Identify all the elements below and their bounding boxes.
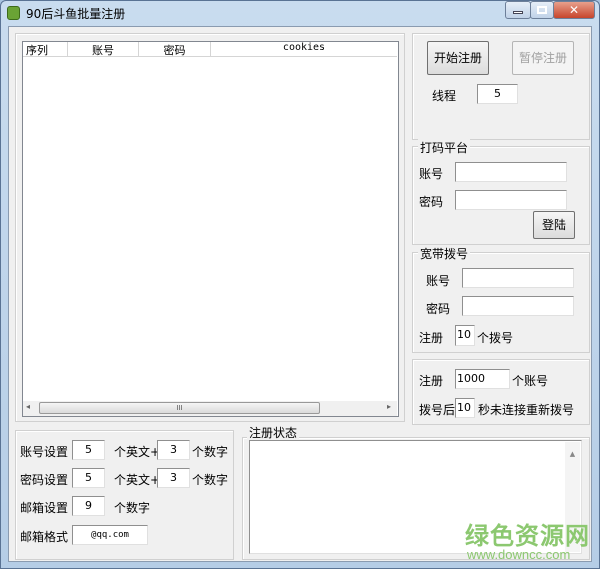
register-count-label: 注册 — [419, 374, 444, 388]
dial-account-input[interactable] — [462, 268, 574, 288]
account-letters-input[interactable]: 5 — [72, 440, 105, 460]
column-header-account[interactable]: 账号 — [68, 42, 139, 57]
redial-suffix: 秒未连接重新拨号 — [478, 403, 575, 417]
redial-seconds-input[interactable]: 10 — [455, 398, 475, 418]
account-digits-input[interactable]: 3 — [157, 440, 190, 460]
account-settings-label: 账号设置 — [20, 445, 69, 459]
dial-count-input[interactable]: 10 — [455, 325, 475, 346]
email-format-input[interactable]: @qq.com — [72, 525, 148, 545]
email-digits-suffix: 个数字 — [114, 501, 151, 515]
account-digits-suffix: 个数字 — [192, 445, 229, 459]
dial-password-input[interactable] — [462, 296, 574, 316]
watermark-url: www.downcc.com — [467, 547, 571, 562]
scroll-right-arrow[interactable]: ▸ — [387, 402, 391, 411]
redial-label: 拨号后 — [419, 403, 456, 417]
column-header-cookies[interactable]: cookies — [211, 42, 397, 56]
account-letters-suffix: 个英文+ — [114, 445, 161, 459]
dial-register-label: 注册 — [419, 331, 444, 345]
scroll-thumb[interactable]: III — [39, 402, 320, 414]
window-title: 90后斗鱼批量注册 — [26, 7, 126, 21]
captcha-account-label: 账号 — [419, 167, 444, 181]
dial-legend: 宽带拨号 — [418, 245, 471, 262]
password-settings-label: 密码设置 — [20, 473, 69, 487]
password-digits-suffix: 个数字 — [192, 473, 229, 487]
watermark-name: 绿色资源网 — [465, 522, 590, 550]
pause-register-button[interactable]: 暂停注册 — [512, 41, 574, 75]
dial-password-label: 密码 — [426, 302, 451, 316]
threads-input[interactable]: 5 — [477, 84, 518, 104]
maximize-button[interactable] — [530, 1, 554, 19]
horizontal-scrollbar[interactable]: ◂ III ▸ — [23, 401, 397, 416]
scroll-left-arrow[interactable]: ◂ — [26, 402, 30, 411]
dial-count-suffix: 个拨号 — [477, 331, 514, 345]
email-digits-input[interactable]: 9 — [72, 496, 105, 516]
result-list[interactable] — [22, 41, 399, 417]
status-legend: 注册状态 — [247, 424, 300, 441]
register-count-suffix: 个账号 — [512, 374, 549, 388]
password-letters-input[interactable]: 5 — [72, 468, 105, 488]
email-format-label: 邮箱格式 — [20, 530, 69, 544]
email-settings-label: 邮箱设置 — [20, 501, 69, 515]
scroll-up-arrow[interactable]: ▲ — [565, 450, 580, 458]
column-header-password[interactable]: 密码 — [139, 42, 211, 57]
password-letters-suffix: 个英文+ — [114, 473, 161, 487]
password-digits-input[interactable]: 3 — [157, 468, 190, 488]
list-header: 序列 账号 密码 cookies — [23, 42, 397, 57]
captcha-password-label: 密码 — [419, 195, 444, 209]
threads-label: 线程 — [432, 89, 457, 103]
start-register-button[interactable]: 开始注册 — [427, 41, 489, 75]
column-header-index[interactable]: 序列 — [23, 42, 68, 57]
captcha-password-input[interactable] — [455, 190, 567, 210]
login-button[interactable]: 登陆 — [533, 211, 575, 239]
app-icon — [7, 6, 20, 20]
captcha-legend: 打码平台 — [418, 139, 471, 156]
captcha-account-input[interactable] — [455, 162, 567, 182]
minimize-button[interactable] — [505, 1, 531, 19]
close-button[interactable]: ✕ — [553, 1, 595, 19]
dial-account-label: 账号 — [426, 274, 451, 288]
register-count-input[interactable]: 1000 — [455, 369, 510, 389]
